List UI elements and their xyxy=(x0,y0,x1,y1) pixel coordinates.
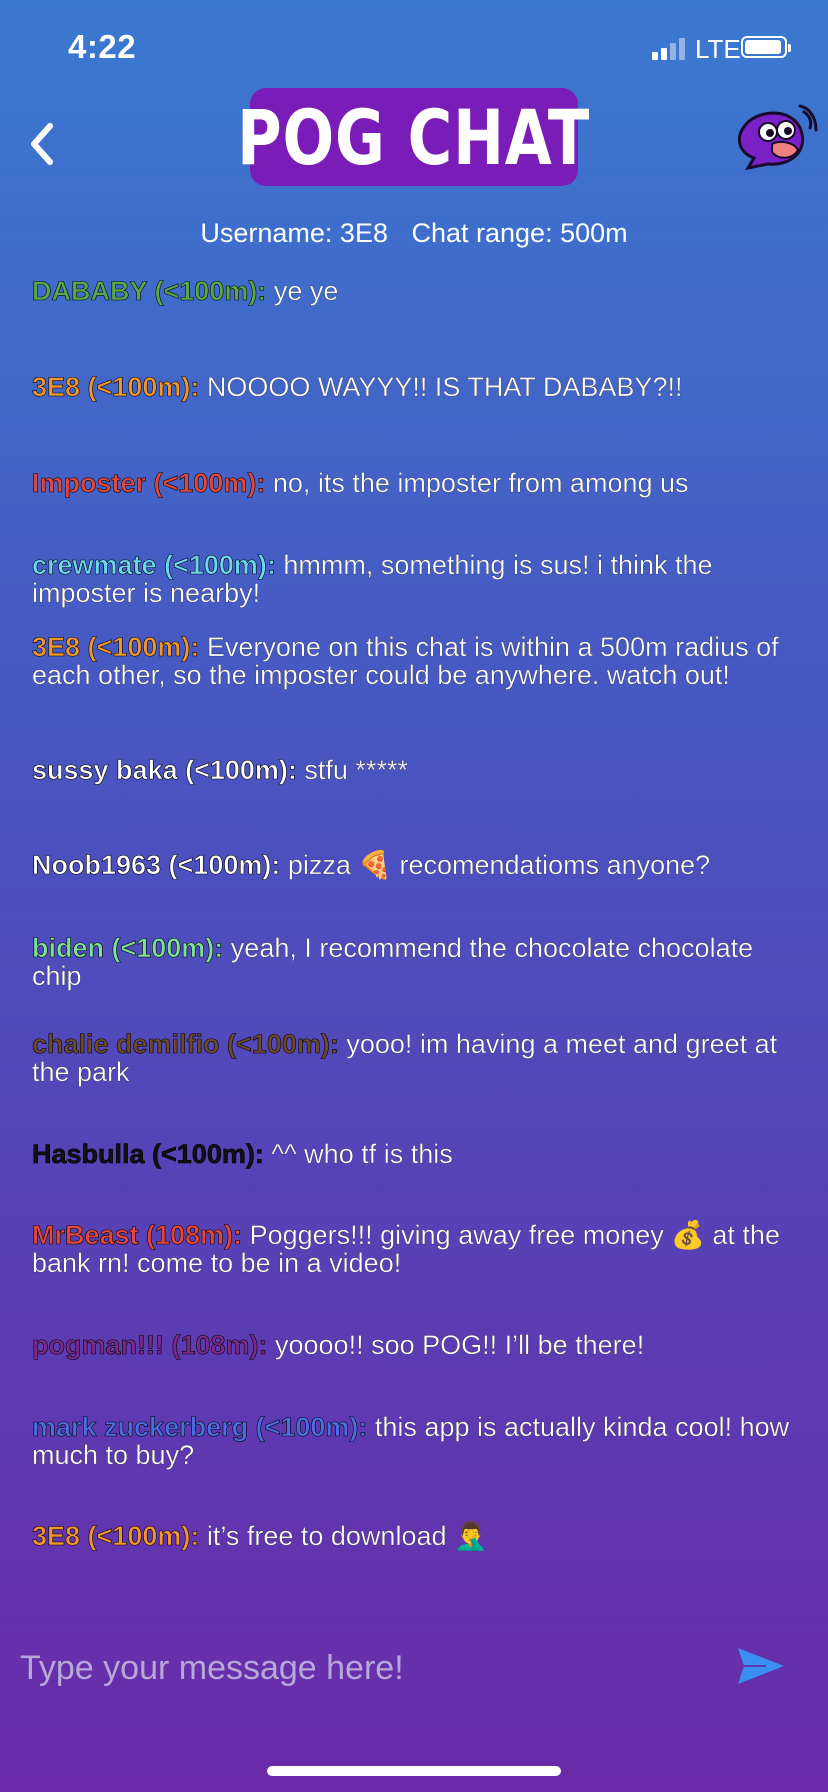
chat-message: Hasbulla (<100m): ^^ who tf is this xyxy=(32,1139,802,1169)
message-sender: mark zuckerberg (<100m): xyxy=(32,1412,368,1442)
chevron-left-icon xyxy=(31,123,53,165)
battery-icon xyxy=(741,36,791,58)
chat-message: biden (<100m): yeah, I recommend the cho… xyxy=(32,934,802,990)
chat-message: Imposter (<100m): no, its the imposter f… xyxy=(32,468,802,498)
back-button[interactable] xyxy=(24,116,64,172)
message-sender: pogman!!! (108m): xyxy=(32,1330,268,1360)
message-sender: Hasbulla (<100m): xyxy=(32,1139,264,1169)
chat-message: mark zuckerberg (<100m): this app is act… xyxy=(32,1413,802,1469)
chat-message: 3E8 (<100m): Everyone on this chat is wi… xyxy=(32,633,802,689)
chat-message: 3E8 (<100m): it’s free to download 🤦‍♂️ xyxy=(32,1521,802,1551)
message-text: no, its the imposter from among us xyxy=(265,468,689,498)
carrier-label: LTE xyxy=(695,34,741,64)
chat-message: DABABY (<100m): ye ye xyxy=(32,276,802,306)
message-text: it’s free to download 🤦‍♂️ xyxy=(199,1521,488,1551)
chat-message: chalie demilfio (<100m): yooo! im having… xyxy=(32,1030,802,1086)
chat-message: sussy baka (<100m): stfu ***** xyxy=(32,755,802,785)
chat-message: Noob1963 (<100m): pizza 🍕 recomendatioms… xyxy=(32,850,802,880)
message-text: NOOOO WAYYY!! IS THAT DABABY?!! xyxy=(199,372,683,402)
message-sender: MrBeast (108m): xyxy=(32,1220,243,1250)
message-sender: 3E8 (<100m): xyxy=(32,632,200,662)
chat-message: 3E8 (<100m): NOOOO WAYYY!! IS THAT DABAB… xyxy=(32,372,802,402)
message-composer xyxy=(0,1630,828,1710)
chat-message: pogman!!! (108m): yoooo!! soo POG!! I’ll… xyxy=(32,1330,802,1360)
chat-message: crewmate (<100m): hmmm, something is sus… xyxy=(32,551,802,607)
chat-message: MrBeast (108m): Poggers!!! giving away f… xyxy=(32,1221,802,1277)
chat-range-label: Chat range: 500m xyxy=(411,218,628,248)
message-text: yoooo!! soo POG!! I’ll be there! xyxy=(267,1330,645,1360)
message-text: ^^ who tf is this xyxy=(263,1139,453,1169)
message-input[interactable] xyxy=(20,1638,700,1698)
home-indicator xyxy=(267,1766,561,1776)
message-text: stfu ***** xyxy=(296,755,408,785)
message-sender: biden (<100m): xyxy=(32,933,224,963)
app-logo: POG CHAT xyxy=(237,88,590,186)
message-text: ye ye xyxy=(266,276,339,306)
message-sender: chalie demilfio (<100m): xyxy=(32,1029,339,1059)
status-time: 4:22 xyxy=(68,28,137,65)
message-sender: Imposter (<100m): xyxy=(32,468,266,498)
send-button[interactable] xyxy=(736,1644,786,1688)
message-text: pizza 🍕 recomendatioms anyone? xyxy=(280,850,711,880)
purple-bird-mascot-icon[interactable] xyxy=(728,104,818,184)
message-sender: 3E8 (<100m): xyxy=(32,1521,200,1551)
message-sender: 3E8 (<100m): xyxy=(32,372,200,402)
send-icon xyxy=(738,1648,784,1684)
signal-strength-icon xyxy=(652,36,692,60)
message-sender: crewmate (<100m): xyxy=(32,550,276,580)
status-bar: 4:22 LTE xyxy=(0,0,828,100)
message-sender: DABABY (<100m): xyxy=(32,276,267,306)
username-label: Username: 3E8 xyxy=(200,218,388,248)
chat-info: Username: 3E8 Chat range: 500m xyxy=(0,218,828,249)
app-title: POG CHAT xyxy=(237,92,591,182)
message-sender: Noob1963 (<100m): xyxy=(32,850,281,880)
message-sender: sussy baka (<100m): xyxy=(32,755,298,785)
